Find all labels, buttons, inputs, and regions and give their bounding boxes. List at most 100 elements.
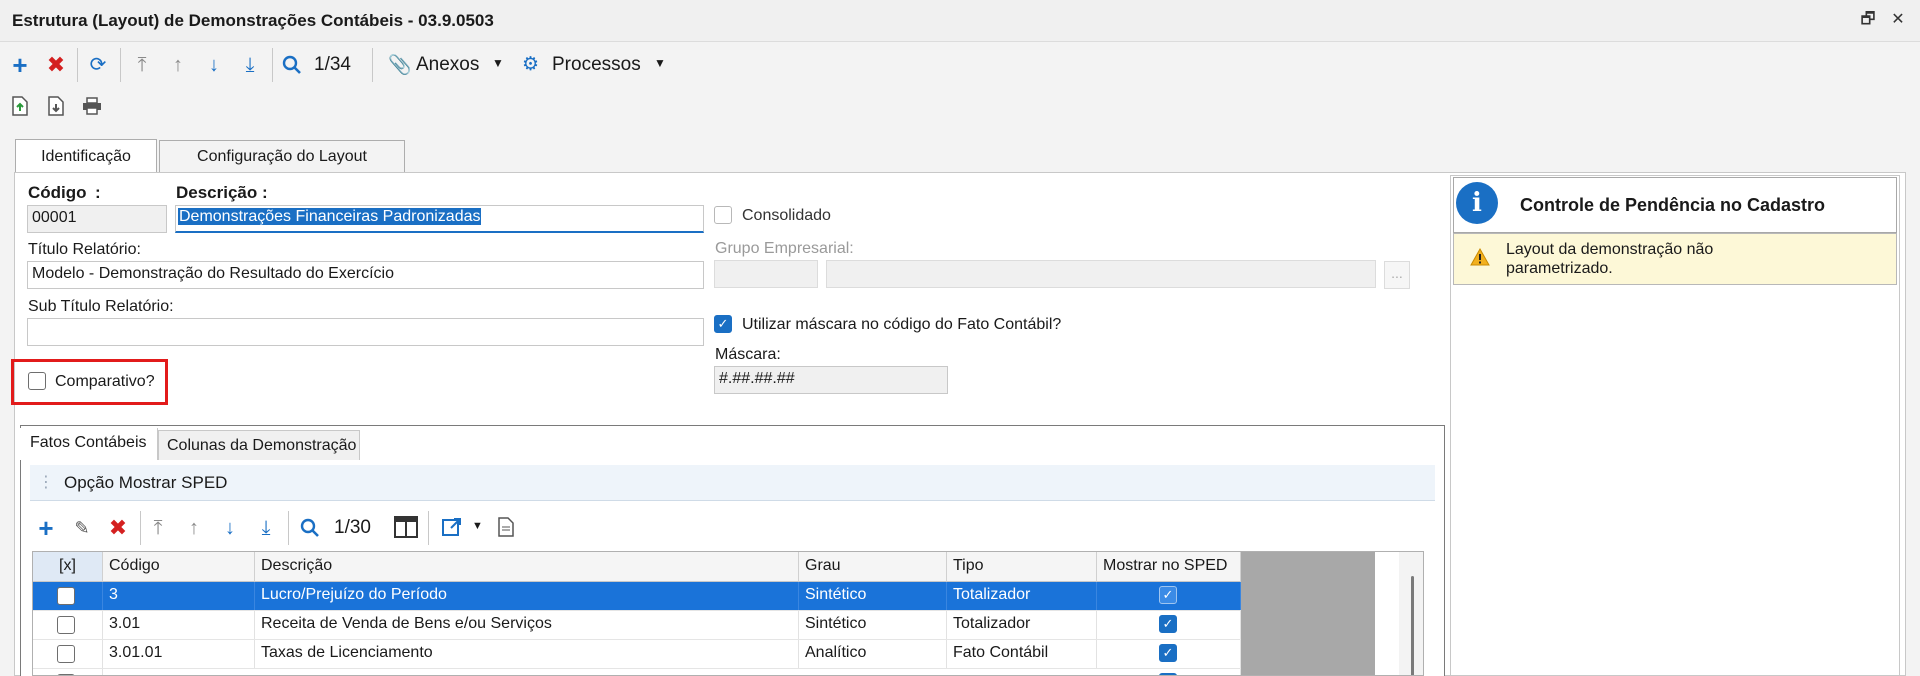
grau-cell: Analítico: [799, 640, 947, 668]
table-row[interactable]: 3.01.01 Taxas de Licenciamento Analítico…: [33, 640, 1241, 669]
grupo-empresarial-label: Grupo Empresarial:: [715, 240, 854, 257]
chevron-down-icon: ▼: [654, 56, 666, 70]
grid-add-icon[interactable]: +: [32, 514, 60, 542]
export-document-icon[interactable]: [12, 96, 28, 121]
comparativo-checkbox[interactable]: Comparativo?: [28, 372, 158, 396]
document-icon[interactable]: [498, 517, 514, 542]
grupo-lookup-button[interactable]: ...: [1384, 261, 1410, 289]
toolbar-separator: [77, 48, 78, 82]
codigo-label: Código: [28, 183, 87, 202]
delete-icon[interactable]: ✖: [42, 51, 70, 79]
tipo-cell: Totalizador: [947, 582, 1097, 610]
row-select-cell: [33, 669, 103, 675]
mascara-label: Máscara:: [715, 346, 781, 363]
secondary-toolbar: [0, 88, 1920, 124]
subtab-colunas-label: Colunas da Demonstração: [167, 437, 357, 454]
consolidado-checkbox-box: [714, 206, 732, 224]
table-row[interactable]: 3.01 Receita de Venda de Bens e/ou Servi…: [33, 611, 1241, 640]
grid-edit-icon[interactable]: ✎: [68, 514, 96, 542]
table-row[interactable]: 3 Lucro/Prejuízo do Período Sintético To…: [33, 582, 1241, 611]
warning-icon: [1470, 247, 1490, 271]
add-icon[interactable]: +: [6, 51, 34, 79]
descricao-cell: Receita de Venda de Bens e/ou Serviços: [255, 611, 799, 639]
grid-first-icon[interactable]: ⤒: [144, 514, 172, 542]
comparativo-label: Comparativo?: [55, 373, 155, 390]
close-window-button[interactable]: ✕: [1888, 10, 1908, 30]
refresh-icon[interactable]: ⟳: [84, 51, 112, 79]
import-document-icon[interactable]: [48, 96, 64, 121]
descricao-cell: Taxas de Licenciamento: [255, 640, 799, 668]
utilizar-mascara-label: Utilizar máscara no código do Fato Contá…: [742, 316, 1062, 333]
mostrar-sped-checkbox[interactable]: ✓: [1159, 586, 1177, 604]
codigo-field[interactable]: 00001: [27, 205, 167, 233]
mostrar-sped-cell: ✓: [1097, 582, 1241, 610]
processos-button[interactable]: ⚙ Processos ▼: [522, 50, 672, 80]
previous-record-icon[interactable]: ↑: [164, 51, 192, 79]
info-icon: i: [1456, 182, 1498, 224]
mostrar-sped-checkbox[interactable]: ✓: [1159, 644, 1177, 662]
column-header-codigo[interactable]: Código: [103, 552, 255, 582]
subtab-colunas-demonstracao[interactable]: Colunas da Demonstração: [158, 430, 360, 460]
grid-next-icon[interactable]: ↓: [216, 514, 244, 542]
row-select-checkbox[interactable]: [57, 616, 75, 634]
search-icon[interactable]: [278, 51, 306, 79]
utilizar-mascara-checkbox[interactable]: ✓ Utilizar máscara no código do Fato Con…: [714, 315, 1074, 339]
column-header-tipo[interactable]: Tipo: [947, 552, 1097, 582]
record-counter: 1/34: [314, 54, 351, 75]
toolbar-separator: [120, 48, 121, 82]
tab-configuracao-label: Configuração do Layout: [197, 147, 367, 165]
drag-handle-icon[interactable]: ⋮: [38, 472, 54, 492]
column-header-grau[interactable]: Grau: [799, 552, 947, 582]
descricao-label: Descrição: [176, 183, 258, 202]
next-record-icon[interactable]: ↓: [200, 51, 228, 79]
paperclip-icon: 📎: [388, 55, 412, 76]
table-row[interactable]: ✓: [33, 669, 1241, 675]
toolbar-separator: [428, 511, 429, 545]
column-header-descricao[interactable]: Descrição: [255, 552, 799, 582]
mostrar-sped-cell: ✓: [1097, 640, 1241, 668]
columns-icon[interactable]: [394, 516, 418, 543]
toolbar-separator: [272, 48, 273, 82]
group-bar: ⋮ Opção Mostrar SPED: [30, 465, 1435, 501]
titulo-relatorio-field[interactable]: Modelo - Demonstração do Resultado do Ex…: [27, 261, 704, 289]
print-icon[interactable]: [82, 97, 102, 120]
grid-search-icon[interactable]: [296, 514, 324, 542]
codigo-cell: 3: [103, 582, 255, 610]
pendencia-header: i Controle de Pendência no Cadastro: [1453, 177, 1897, 233]
toolbar-separator: [288, 511, 289, 545]
grid-scrollbar[interactable]: [1399, 552, 1423, 675]
grid-previous-icon[interactable]: ↑: [180, 514, 208, 542]
first-record-icon[interactable]: ⤒: [128, 51, 156, 79]
window-title: Estrutura (Layout) de Demonstrações Cont…: [12, 11, 494, 30]
grid-last-icon[interactable]: ⤓: [252, 514, 280, 542]
row-select-checkbox[interactable]: [57, 587, 75, 605]
grid-delete-icon[interactable]: ✖: [104, 514, 132, 542]
fatos-grid: [x] Código Descrição Grau Tipo Mostrar n…: [32, 551, 1424, 676]
grid-scrollbar-thumb[interactable]: [1411, 576, 1414, 675]
anexos-button[interactable]: 📎 Anexos ▼: [388, 50, 508, 80]
tab-configuracao-layout[interactable]: Configuração do Layout: [159, 140, 405, 172]
export-grid-icon[interactable]: [442, 517, 462, 542]
column-header-select[interactable]: [x]: [33, 552, 103, 582]
subtab-fatos-contabeis[interactable]: Fatos Contábeis: [20, 428, 158, 460]
title-bar: Estrutura (Layout) de Demonstrações Cont…: [0, 0, 1920, 42]
descricao-colon: :: [262, 183, 268, 202]
descricao-field[interactable]: Demonstrações Financeiras Padronizadas: [175, 205, 704, 233]
chevron-down-icon: ▼: [492, 56, 504, 70]
toolbar-separator: [372, 48, 373, 82]
tipo-cell: Totalizador: [947, 611, 1097, 639]
row-select-checkbox[interactable]: [57, 645, 75, 663]
descricao-cell: Lucro/Prejuízo do Período: [255, 582, 799, 610]
chevron-down-icon[interactable]: ▼: [472, 520, 483, 532]
grid-record-counter: 1/30: [334, 517, 371, 538]
mostrar-sped-checkbox[interactable]: ✓: [1159, 615, 1177, 633]
sub-titulo-field[interactable]: [27, 318, 704, 346]
restore-window-button[interactable]: 🗗: [1858, 10, 1878, 30]
tab-identificacao[interactable]: Identificação: [15, 139, 157, 173]
last-record-icon[interactable]: ⤓: [236, 51, 264, 79]
column-header-mostrar-sped[interactable]: Mostrar no SPED: [1097, 552, 1241, 582]
codigo-colon: :: [95, 183, 101, 202]
mascara-field[interactable]: #.##.##.##: [714, 366, 948, 394]
consolidado-checkbox[interactable]: Consolidado: [714, 206, 874, 230]
tipo-cell: Fato Contábil: [947, 640, 1097, 668]
